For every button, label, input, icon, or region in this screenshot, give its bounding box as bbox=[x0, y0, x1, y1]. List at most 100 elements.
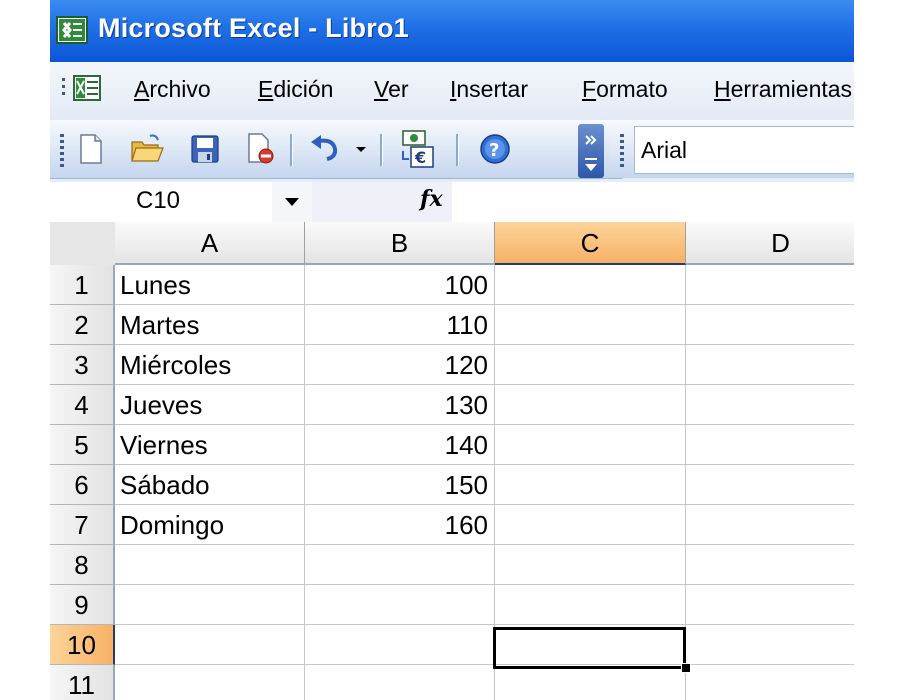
cell-c-9[interactable] bbox=[495, 585, 686, 625]
insert-function-icon[interactable]: fx bbox=[420, 186, 443, 212]
menu-insertar[interactable]: Insertar bbox=[450, 76, 528, 103]
cell-a-10[interactable] bbox=[115, 625, 305, 665]
undo-dropdown-button[interactable] bbox=[350, 130, 372, 168]
cell-c-3[interactable] bbox=[495, 345, 686, 385]
cell-c-11[interactable] bbox=[495, 665, 686, 700]
cell-a-6[interactable]: Sábado bbox=[115, 465, 305, 505]
cell-d-6[interactable] bbox=[686, 465, 854, 505]
cell-a-5[interactable]: Viernes bbox=[115, 425, 305, 465]
chevron-options-icon bbox=[585, 135, 597, 171]
row-header-6[interactable]: 6 bbox=[50, 465, 115, 505]
row-header-11[interactable]: 11 bbox=[50, 665, 115, 700]
cell-c-5[interactable] bbox=[495, 425, 686, 465]
cell-d-3[interactable] bbox=[686, 345, 854, 385]
menu-archivo[interactable]: Archivo bbox=[134, 76, 211, 103]
cell-b-11[interactable] bbox=[305, 665, 495, 700]
cell-c-1[interactable] bbox=[495, 265, 686, 305]
toolbar-options-button[interactable] bbox=[578, 124, 604, 178]
cell-d-10[interactable] bbox=[686, 625, 854, 665]
name-box-dropdown[interactable] bbox=[272, 182, 312, 222]
cell-d-7[interactable] bbox=[686, 505, 854, 545]
cell-a-4[interactable]: Jueves bbox=[115, 385, 305, 425]
toolbar-separator bbox=[456, 134, 459, 166]
menu-herramientas[interactable]: Herramientas bbox=[714, 76, 852, 103]
excel-app-icon bbox=[56, 16, 88, 44]
cell-c-8[interactable] bbox=[495, 545, 686, 585]
help-icon: ? bbox=[480, 134, 510, 164]
cell-d-5[interactable] bbox=[686, 425, 854, 465]
toolbar-grip[interactable] bbox=[620, 134, 624, 168]
cell-b-1[interactable]: 100 bbox=[305, 265, 495, 305]
row-header-2[interactable]: 2 bbox=[50, 305, 115, 345]
row-header-10[interactable]: 10 bbox=[50, 625, 115, 665]
new-icon bbox=[80, 134, 102, 164]
save-button[interactable] bbox=[188, 130, 222, 168]
cell-c-2[interactable] bbox=[495, 305, 686, 345]
new-button[interactable] bbox=[74, 130, 108, 168]
title-bar: Microsoft Excel - Libro1 bbox=[50, 0, 854, 62]
formula-input[interactable] bbox=[452, 182, 854, 222]
cell-a-3[interactable]: Miércoles bbox=[115, 345, 305, 385]
undo-button[interactable] bbox=[308, 130, 342, 168]
font-name-value: Arial bbox=[641, 137, 688, 163]
toolbar-grip[interactable] bbox=[60, 134, 64, 168]
column-header-c[interactable]: C bbox=[495, 222, 686, 265]
cell-a-8[interactable] bbox=[115, 545, 305, 585]
cell-b-6[interactable]: 150 bbox=[305, 465, 495, 505]
insert-function-area: fx bbox=[312, 182, 453, 222]
cell-a-9[interactable] bbox=[115, 585, 305, 625]
row-header-3[interactable]: 3 bbox=[50, 345, 115, 385]
euro-conversion-button[interactable]: € bbox=[396, 130, 438, 168]
svg-text:€: € bbox=[414, 148, 426, 167]
font-name-select[interactable]: Arial bbox=[634, 126, 854, 174]
column-header-b[interactable]: B bbox=[305, 222, 495, 265]
row-header-7[interactable]: 7 bbox=[50, 505, 115, 545]
cell-b-5[interactable]: 140 bbox=[305, 425, 495, 465]
open-button[interactable] bbox=[130, 130, 164, 168]
cell-b-8[interactable] bbox=[305, 545, 495, 585]
row-header-9[interactable]: 9 bbox=[50, 585, 115, 625]
select-all-button[interactable] bbox=[50, 222, 116, 266]
menu-formato[interactable]: Formato bbox=[582, 76, 668, 103]
column-header-d[interactable]: D bbox=[686, 222, 854, 265]
cell-a-2[interactable]: Martes bbox=[115, 305, 305, 345]
toolbar-separator bbox=[380, 134, 383, 166]
cell-d-8[interactable] bbox=[686, 545, 854, 585]
menu-ver[interactable]: Ver bbox=[374, 76, 409, 103]
excel-window: Microsoft Excel - Libro1 Archivo Edición… bbox=[50, 0, 854, 700]
print-preview-button[interactable] bbox=[244, 130, 278, 168]
cell-c-6[interactable] bbox=[495, 465, 686, 505]
toolbar-separator bbox=[290, 134, 293, 166]
row-header-5[interactable]: 5 bbox=[50, 425, 115, 465]
cell-b-3[interactable]: 120 bbox=[305, 345, 495, 385]
euro-conversion-icon: € bbox=[402, 130, 434, 168]
cell-b-9[interactable] bbox=[305, 585, 495, 625]
formula-bar: C10 fx bbox=[50, 182, 854, 223]
cell-a-1[interactable]: Lunes bbox=[115, 265, 305, 305]
cell-c-7[interactable] bbox=[495, 505, 686, 545]
cell-b-2[interactable]: 110 bbox=[305, 305, 495, 345]
window-title: Microsoft Excel - Libro1 bbox=[98, 13, 409, 43]
active-cell-border bbox=[493, 627, 686, 669]
cell-d-2[interactable] bbox=[686, 305, 854, 345]
row-header-8[interactable]: 8 bbox=[50, 545, 115, 585]
name-box[interactable]: C10 bbox=[50, 182, 272, 222]
fill-handle[interactable] bbox=[681, 663, 691, 673]
cell-b-7[interactable]: 160 bbox=[305, 505, 495, 545]
cell-d-9[interactable] bbox=[686, 585, 854, 625]
cell-a-11[interactable] bbox=[115, 665, 305, 700]
help-button[interactable]: ? bbox=[478, 130, 512, 168]
cell-d-4[interactable] bbox=[686, 385, 854, 425]
cell-d-11[interactable] bbox=[686, 665, 854, 700]
standard-toolbar: € ? Arial bbox=[50, 120, 854, 182]
cell-c-4[interactable] bbox=[495, 385, 686, 425]
cell-b-10[interactable] bbox=[305, 625, 495, 665]
column-header-a[interactable]: A bbox=[115, 222, 305, 265]
cell-d-1[interactable] bbox=[686, 265, 854, 305]
menu-edicion[interactable]: Edición bbox=[258, 76, 333, 103]
cell-a-7[interactable]: Domingo bbox=[115, 505, 305, 545]
row-header-1[interactable]: 1 bbox=[50, 265, 115, 305]
workbook-menu-icon[interactable] bbox=[60, 74, 110, 104]
cell-b-4[interactable]: 130 bbox=[305, 385, 495, 425]
row-header-4[interactable]: 4 bbox=[50, 385, 115, 425]
